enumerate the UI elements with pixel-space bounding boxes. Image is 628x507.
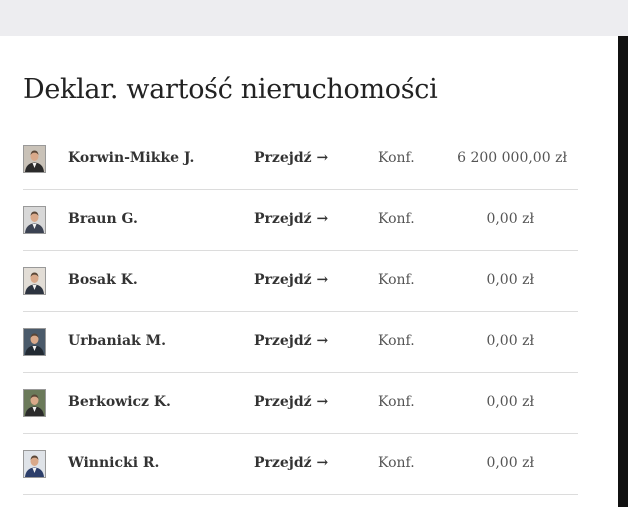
list-item: Urbaniak M. Przejdź → Konf. 0,00 zł [23,312,578,373]
avatar [23,328,46,356]
deputy-name: Berkowicz K. [68,394,171,410]
party-label: Konf. [378,333,415,349]
avatar [23,206,46,234]
deputy-name: Korwin-Mikke J. [68,150,195,166]
list-item: Bosak K. Przejdź → Konf. 0,00 zł [23,251,578,312]
deputy-name: Braun G. [68,211,138,227]
portrait-icon [24,146,45,172]
avatar [23,389,46,417]
property-value: 0,00 zł [486,394,534,410]
avatar [23,450,46,478]
window-edge [618,36,628,507]
go-to-link[interactable]: Przejdź → [254,211,328,227]
avatar [23,267,46,295]
property-value: 0,00 zł [486,272,534,288]
property-value: 0,00 zł [486,455,534,471]
portrait-icon [24,390,45,416]
list-item: Korwin-Mikke J. Przejdź → Konf. 6 200 00… [23,129,578,190]
go-to-link[interactable]: Przejdź → [254,455,328,471]
list-item: Braun G. Przejdź → Konf. 0,00 zł [23,190,578,251]
go-to-link[interactable]: Przejdź → [254,150,328,166]
property-value: 0,00 zł [486,333,534,349]
party-label: Konf. [378,394,415,410]
portrait-icon [24,268,45,294]
portrait-icon [24,451,45,477]
go-to-link[interactable]: Przejdź → [254,272,328,288]
top-bar [0,0,628,36]
portrait-icon [24,329,45,355]
list-item: Winnicki R. Przejdź → Konf. 0,00 zł [23,434,578,495]
property-value: 0,00 zł [486,211,534,227]
go-to-link[interactable]: Przejdź → [254,333,328,349]
party-label: Konf. [378,455,415,471]
avatar [23,145,46,173]
property-value: 6 200 000,00 zł [457,150,567,166]
deputies-list: Korwin-Mikke J. Przejdź → Konf. 6 200 00… [23,129,578,495]
deputy-name: Bosak K. [68,272,138,288]
list-item: Berkowicz K. Przejdź → Konf. 0,00 zł [23,373,578,434]
go-to-link[interactable]: Przejdź → [254,394,328,410]
section-title: Deklar. wartość nieruchomości [23,74,438,105]
party-label: Konf. [378,272,415,288]
party-label: Konf. [378,150,415,166]
party-label: Konf. [378,211,415,227]
deputy-name: Urbaniak M. [68,333,166,349]
deputy-name: Winnicki R. [68,455,160,471]
portrait-icon [24,207,45,233]
